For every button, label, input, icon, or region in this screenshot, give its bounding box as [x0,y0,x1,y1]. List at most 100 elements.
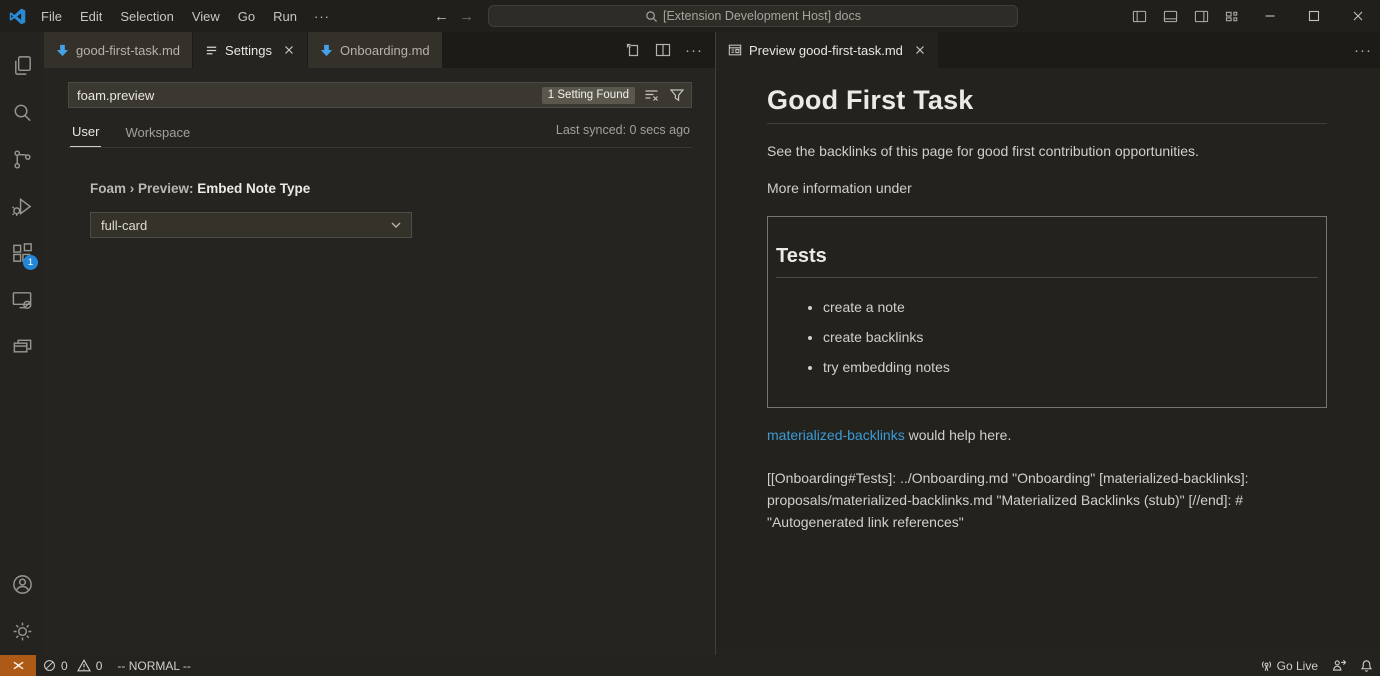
vscode-logo-icon [9,8,26,25]
split-editor-icon[interactable] [655,42,671,58]
open-settings-json-icon[interactable] [625,42,641,58]
tab-onboarding[interactable]: Onboarding.md [308,32,443,68]
command-center-label: [Extension Development Host] docs [663,9,861,23]
problems-indicator[interactable]: 0 0 [36,655,109,676]
maximize-button[interactable] [1292,0,1336,32]
windows-panel-icon[interactable] [0,324,44,371]
link-references-paragraph: [[Onboarding#Tests]: ../Onboarding.md "O… [767,467,1327,533]
tab-label: good-first-task.md [76,43,180,58]
embedded-note-title: Tests [776,245,1318,278]
preview-paragraph: See the backlinks of this page for good … [767,141,1327,161]
filter-settings-icon[interactable] [669,87,685,103]
preview-title: Good First Task [767,85,1327,124]
activity-bar: 1 [0,32,44,655]
chevron-down-icon [389,218,403,232]
extensions-icon[interactable]: 1 [0,230,44,277]
materialized-backlinks-link[interactable]: materialized-backlinks [767,427,905,443]
tab-label: Settings [225,43,272,58]
extensions-badge: 1 [23,255,38,270]
tab-strip-left: good-first-task.md Settings Onboarding. [44,32,715,68]
navigate-forward-icon[interactable]: → [459,8,474,25]
tab-preview-good-first-task[interactable]: Preview good-first-task.md [716,32,939,68]
menu-selection[interactable]: Selection [111,6,182,27]
toggle-secondary-sidebar-icon[interactable] [1186,3,1217,29]
menu-file[interactable]: File [32,6,71,27]
markdown-preview-icon [728,43,742,57]
title-bar: File Edit Selection View Go Run ··· ← → … [0,0,1380,32]
toggle-panel-icon[interactable] [1155,3,1186,29]
more-actions-icon[interactable]: ··· [1354,42,1372,59]
settings-gear-icon[interactable] [0,608,44,655]
editor-group-right: Preview good-first-task.md ··· Good Firs… [716,32,1380,655]
scope-tab-workspace[interactable]: Workspace [123,120,192,147]
scope-tab-user[interactable]: User [70,119,101,147]
go-live-button[interactable]: Go Live [1253,655,1325,676]
window-controls [1124,0,1380,32]
close-window-button[interactable] [1336,0,1380,32]
settings-search-input[interactable]: foam.preview 1 Setting Found [68,82,692,108]
setting-embed-note-type: Foam › Preview: Embed Note Type full-car… [68,148,692,238]
embedded-note-card: Tests create a note create backlinks try… [767,216,1327,408]
error-count: 0 [61,659,68,673]
setting-category: Foam › Preview: [90,181,197,196]
close-tab-icon[interactable] [283,44,295,56]
markdown-preview-pane: Good First Task See the backlinks of thi… [716,68,1380,655]
list-item: try embedding notes [823,356,1318,378]
select-value: full-card [101,218,389,233]
navigate-back-icon[interactable]: ← [434,8,449,25]
markdown-file-icon [320,44,333,57]
setting-label: Embed Note Type [197,181,310,196]
command-center-search[interactable]: [Extension Development Host] docs [488,5,1018,27]
list-item: create backlinks [823,326,1318,348]
minimize-button[interactable] [1248,0,1292,32]
setting-title: Foam › Preview: Embed Note Type [90,181,692,196]
search-icon [645,10,658,23]
search-sidebar-icon[interactable] [0,89,44,136]
menu-edit[interactable]: Edit [71,6,111,27]
toggle-primary-sidebar-icon[interactable] [1124,3,1155,29]
settings-list-icon [205,44,218,57]
status-bar: 0 0 -- NORMAL -- Go Live [0,655,1380,676]
vim-mode-indicator[interactable]: -- NORMAL -- [109,655,199,676]
close-tab-icon[interactable] [914,44,926,56]
account-icon[interactable] [0,561,44,608]
more-actions-icon[interactable]: ··· [685,42,703,59]
tab-settings[interactable]: Settings [193,32,308,68]
settings-results-badge: 1 Setting Found [542,87,635,104]
settings-scope-tabs: User Workspace Last synced: 0 secs ago [68,119,692,148]
preview-paragraph: More information under [767,178,1327,198]
explorer-icon[interactable] [0,42,44,89]
tab-label: Preview good-first-task.md [749,43,903,58]
go-live-label: Go Live [1277,659,1318,673]
tab-good-first-task[interactable]: good-first-task.md [44,32,193,68]
markdown-file-icon [56,44,69,57]
vscode-window: File Edit Selection View Go Run ··· ← → … [0,0,1380,676]
preview-paragraph: materialized-backlinks would help here. [767,425,1327,445]
clear-search-results-icon[interactable] [644,87,660,103]
link-paragraph-rest: would help here. [905,427,1012,443]
settings-editor: foam.preview 1 Setting Found User Worksp… [44,68,715,238]
last-synced-label: Last synced: 0 secs ago [556,123,690,143]
editor-group-left: good-first-task.md Settings Onboarding. [44,32,715,655]
menu-view[interactable]: View [183,6,229,27]
menu-go[interactable]: Go [229,6,264,27]
remote-indicator[interactable] [0,655,36,676]
embed-note-type-select[interactable]: full-card [90,212,412,238]
menu-more-button[interactable]: ··· [306,6,338,27]
list-item: create a note [823,296,1318,318]
warning-count: 0 [96,659,103,673]
embedded-note-list: create a note create backlinks try embed… [776,296,1318,379]
customize-layout-icon[interactable] [1217,3,1248,29]
editor-actions-right: ··· [1354,32,1380,68]
remote-explorer-icon[interactable] [0,277,44,324]
source-control-icon[interactable] [0,136,44,183]
menu-run[interactable]: Run [264,6,306,27]
feedback-icon[interactable] [1325,655,1353,676]
menu-bar: File Edit Selection View Go Run ··· [32,6,338,27]
settings-search-value: foam.preview [77,88,542,103]
notifications-bell-icon[interactable] [1353,655,1380,676]
editor-actions-left: ··· [625,32,715,68]
run-debug-icon[interactable] [0,183,44,230]
tab-strip-right: Preview good-first-task.md ··· [716,32,1380,68]
tab-label: Onboarding.md [340,43,430,58]
